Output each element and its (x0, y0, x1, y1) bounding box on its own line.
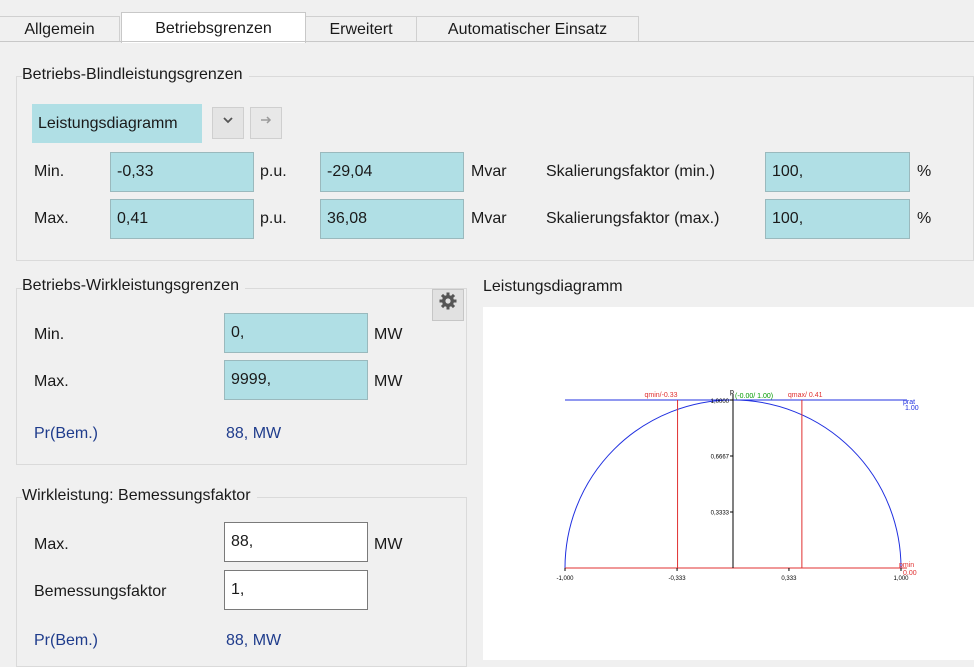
active-max-field[interactable]: 9999, (224, 360, 368, 400)
tab-erweitert[interactable]: Erweitert (306, 16, 417, 42)
origin-label: (-0.00/ 1.00) (735, 393, 773, 400)
p-axis-label: p (730, 389, 734, 396)
rated-power-value: 88, MW (226, 425, 282, 442)
tab-automatischer-einsatz[interactable]: Automatischer Einsatz (417, 16, 639, 42)
mw-unit-label: MW (374, 326, 403, 343)
active-limits-title: Betriebs-Wirkleistungsgrenzen (22, 277, 245, 295)
rated-power-value: 88, MW (226, 632, 282, 649)
capability-diagram-panel: 1,0000 0,6667 0,3333 -1,000 -0,333 0,333 1,00… (483, 307, 974, 660)
qmax-label: qmax/ 0.41 (788, 392, 823, 399)
prat-value: 1.00 (905, 405, 919, 412)
rating-max-field[interactable]: 88, (224, 522, 368, 562)
y-tick-label: 0,3333 (711, 511, 730, 517)
tab-bar: Allgemein Betriebsgrenzen Erweitert Auto… (0, 0, 974, 43)
reactive-min-mvar-field[interactable]: -29,04 (320, 152, 464, 192)
chevron-down-icon[interactable] (212, 107, 244, 139)
tab-divider (0, 41, 974, 42)
y-tick-label: 0,6667 (711, 454, 730, 460)
tab-allgemein[interactable]: Allgemein (0, 16, 120, 42)
scale-min-field[interactable]: 100, (765, 152, 910, 192)
arrow-right-icon[interactable] (250, 107, 282, 139)
active-max-label: Max. (34, 373, 69, 390)
pmin-label: pmin (899, 562, 914, 569)
mw-unit-label: MW (374, 536, 403, 553)
pu-unit-label: p.u. (260, 163, 287, 180)
reactive-limits-title: Betriebs-Blindleistungsgrenzen (22, 66, 249, 84)
reactive-min-label: Min. (34, 163, 65, 180)
rating-factor-title: Wirkleistung: Bemessungsfaktor (22, 487, 257, 505)
active-min-field[interactable]: 0, (224, 313, 368, 353)
percent-unit-label: % (917, 210, 932, 227)
scale-max-field[interactable]: 100, (765, 199, 910, 239)
y-tick-label: 1,0000 (711, 399, 730, 405)
mw-unit-label: MW (374, 373, 403, 390)
active-min-label: Min. (34, 326, 65, 343)
rated-power-label: Pr(Bem.) (34, 632, 98, 649)
reactive-max-label: Max. (34, 210, 69, 227)
rated-power-label: Pr(Bem.) (34, 425, 98, 442)
x-tick-label: 0,333 (781, 576, 797, 582)
gear-icon[interactable] (432, 289, 464, 321)
reactive-mode-select[interactable]: Leistungsdiagramm (32, 104, 202, 143)
reactive-max-mvar-field[interactable]: 36,08 (320, 199, 464, 239)
reactive-min-pu-field[interactable]: -0,33 (110, 152, 254, 192)
x-tick-label: -1,000 (556, 576, 574, 582)
pu-unit-label: p.u. (260, 210, 287, 227)
capability-diagram: 1,00000,66670,3333 -1,000 -0,333 0,333 1,00… (556, 389, 919, 582)
mvar-unit-label: Mvar (471, 210, 507, 227)
rating-factor-label: Bemessungsfaktor (34, 583, 167, 600)
pmin-value: 0.00 (903, 570, 917, 577)
percent-unit-label: % (917, 163, 932, 180)
rating-max-label: Max. (34, 536, 69, 553)
reactive-max-pu-field[interactable]: 0,41 (110, 199, 254, 239)
x-tick-label: -0,333 (669, 576, 687, 582)
diagram-title: Leistungsdiagramm (483, 278, 623, 295)
rating-factor-field[interactable]: 1, (224, 570, 368, 610)
mvar-unit-label: Mvar (471, 163, 507, 180)
scale-max-label: Skalierungsfaktor (max.) (546, 210, 720, 227)
tab-betriebsgrenzen[interactable]: Betriebsgrenzen (121, 12, 306, 43)
scale-min-label: Skalierungsfaktor (min.) (546, 163, 715, 180)
qmin-label: qmin/-0.33 (644, 392, 677, 399)
